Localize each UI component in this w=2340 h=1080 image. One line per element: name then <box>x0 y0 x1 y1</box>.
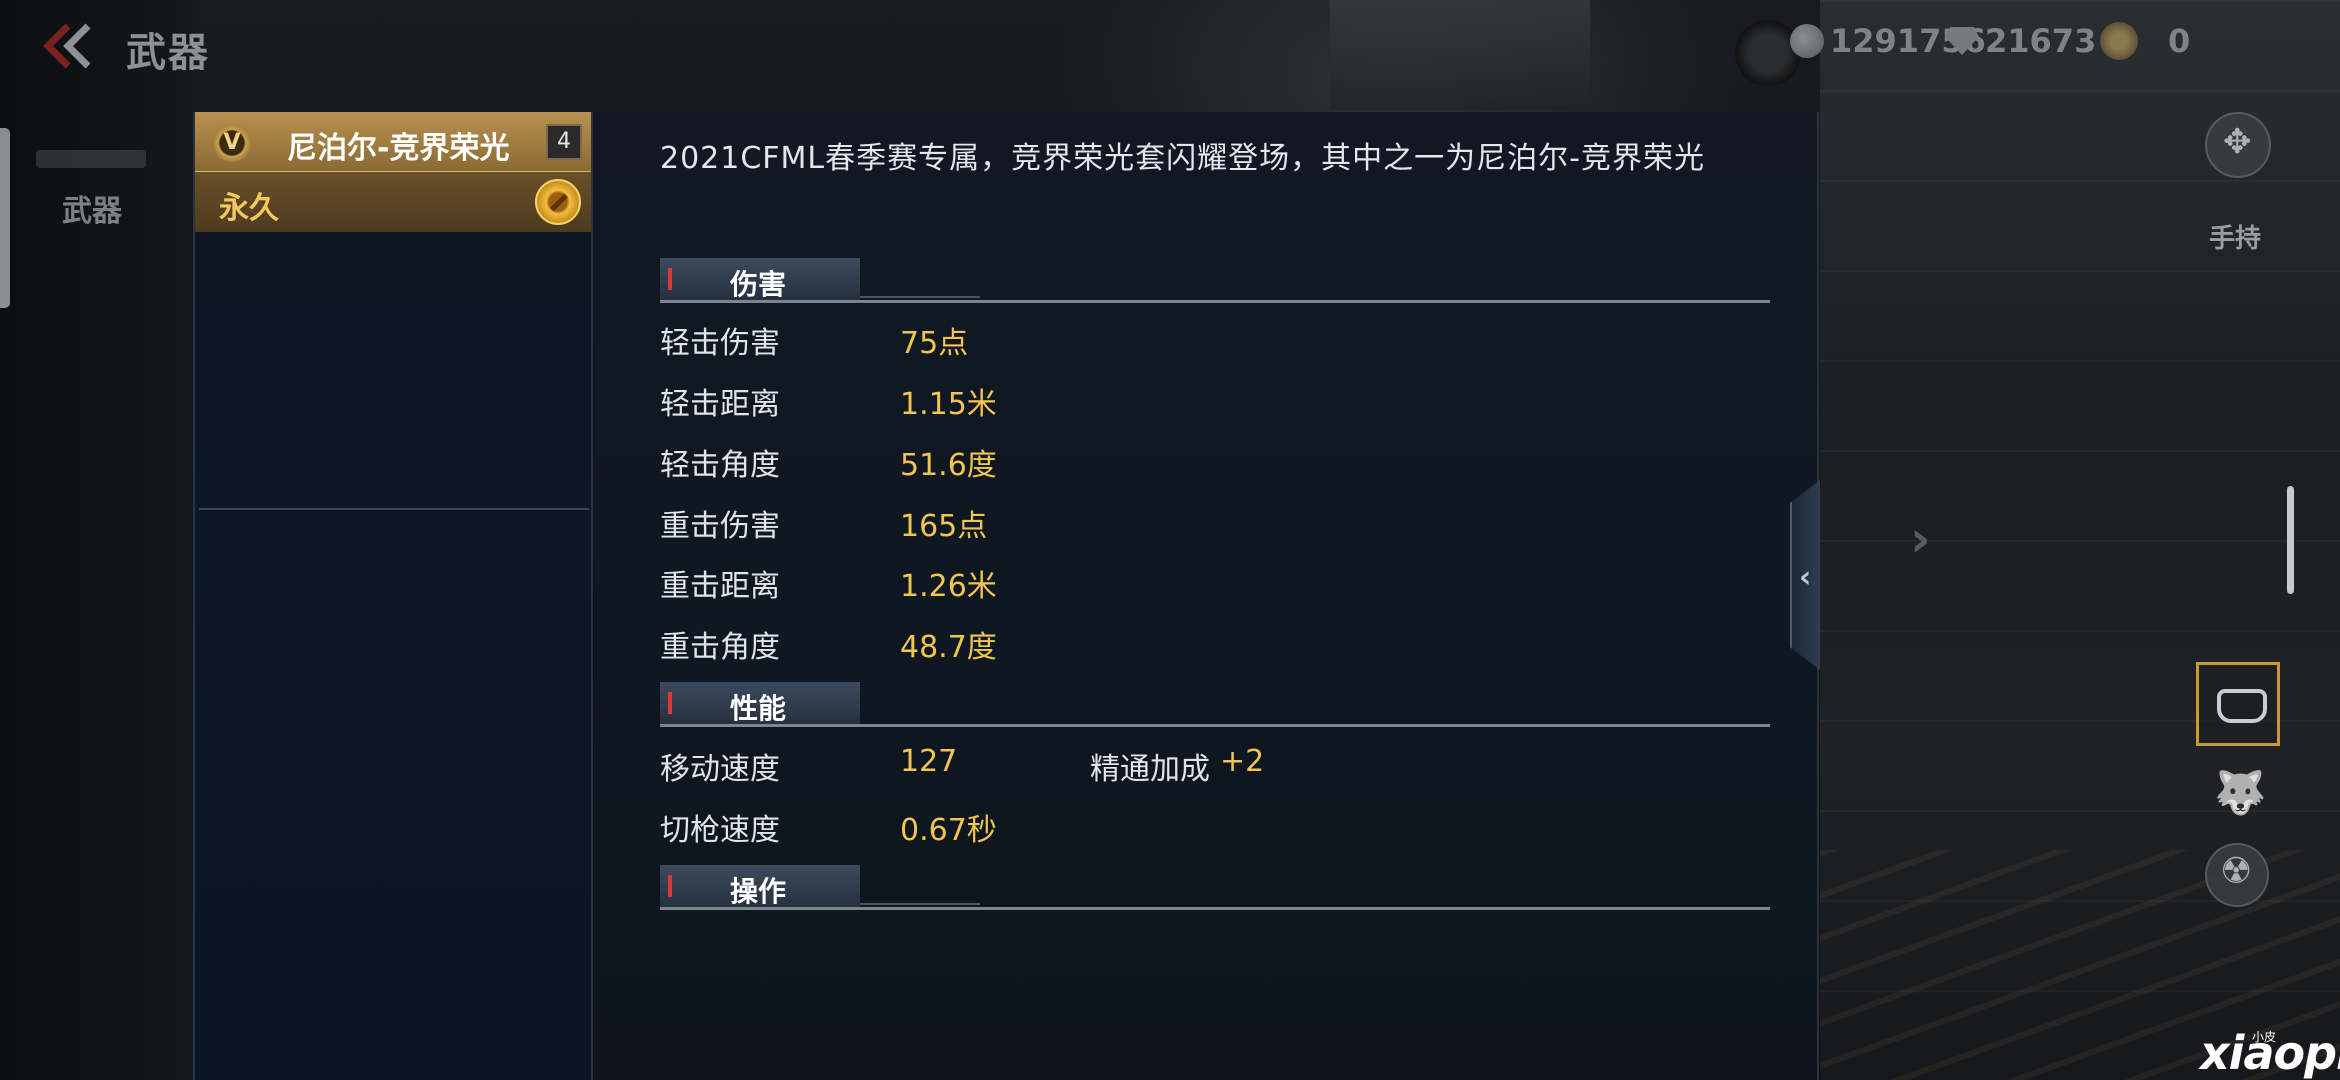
list-divider <box>199 508 589 510</box>
section-label: 伤害 <box>730 268 787 301</box>
stat-value: 75点 <box>900 326 969 361</box>
medal-currency[interactable]: 0 <box>2100 22 2190 60</box>
section-divider <box>660 724 1770 727</box>
stat-label: 重击伤害 <box>660 509 780 544</box>
stat-label: 移动速度 <box>660 752 780 787</box>
stat-value: 48.7度 <box>900 630 997 665</box>
chevron-left-icon: ‹ <box>1799 560 1812 595</box>
left-scrollbar[interactable] <box>0 128 10 308</box>
stat-label: 轻击距离 <box>660 387 780 422</box>
item-description: 2021CFML春季赛专属，竞界荣光套闪耀登场，其中之一为尼泊尔-竞界荣光 <box>660 141 1705 176</box>
back-icon[interactable] <box>38 22 98 70</box>
stat-label: 切枪速度 <box>660 813 780 848</box>
gamepad-icon[interactable] <box>2205 112 2271 178</box>
section-divider <box>660 907 1770 910</box>
medal-icon <box>2100 22 2138 60</box>
stat-value: 1.15米 <box>900 387 997 422</box>
stat-value: 1.26米 <box>900 569 997 604</box>
detail-panel: 2021CFML春季赛专属，竞界荣光套闪耀登场，其中之一为尼泊尔-竞界荣光 伤害… <box>594 112 1819 1080</box>
item-count-badge: 4 <box>546 124 582 160</box>
stat-label: 轻击角度 <box>660 448 780 483</box>
radiation-icon[interactable] <box>2205 843 2269 907</box>
rifle-icon <box>36 150 146 168</box>
section-operation: 操作 <box>660 865 1770 910</box>
diamond-currency[interactable]: 21673 <box>1945 22 2096 60</box>
collapse-panel-button[interactable]: ‹ <box>1790 480 1820 670</box>
selected-item-header[interactable]: V 尼泊尔-竞界荣光 4 <box>195 112 591 172</box>
mastery-label: 精通加成 <box>1090 752 1210 787</box>
item-duration-row[interactable]: 永久 <box>195 172 591 232</box>
tab-weapon[interactable]: 武器 <box>62 186 122 230</box>
right-scrollbar[interactable] <box>2287 486 2294 594</box>
section-performance: 性能 <box>660 682 1770 727</box>
section-damage: 伤害 <box>660 258 1770 303</box>
stat-label: 重击角度 <box>660 630 780 665</box>
item-list-panel: V 尼泊尔-竞界荣光 4 永久 <box>193 112 593 1080</box>
mastery-value: +2 <box>1220 744 1265 779</box>
diamond-amount: 21673 <box>1985 22 2097 60</box>
chevron-right-icon[interactable]: › <box>1910 510 1931 568</box>
wolf-icon[interactable]: 🐺 <box>2214 768 2266 818</box>
diamond-icon <box>1945 27 1979 55</box>
vip-badge-icon: V <box>213 124 251 162</box>
mask-icon[interactable] <box>2196 662 2280 746</box>
hold-label[interactable]: 手持 <box>2209 218 2261 255</box>
section-label: 性能 <box>730 692 787 725</box>
top-bar: 武器 1291756 21673 0 <box>0 0 2340 100</box>
section-subline <box>860 296 980 298</box>
item-duration: 永久 <box>219 191 279 226</box>
watermark-sub: 小皮 <box>2252 1030 2277 1044</box>
stat-value: 0.67秒 <box>900 813 997 848</box>
stat-label: 轻击伤害 <box>660 326 780 361</box>
stat-value: 51.6度 <box>900 448 997 483</box>
stat-label: 重击距离 <box>660 569 780 604</box>
section-subline <box>860 903 980 905</box>
stat-value: 165点 <box>900 509 988 544</box>
section-label: 操作 <box>730 875 787 908</box>
coin-icon <box>1790 24 1824 58</box>
knife-rank-icon <box>535 179 581 225</box>
medal-amount: 0 <box>2168 22 2191 60</box>
item-name: 尼泊尔-竞界荣光 <box>287 131 510 166</box>
section-divider <box>660 300 1770 303</box>
page-title: 武器 <box>126 30 210 76</box>
stat-value: 127 <box>900 744 958 779</box>
